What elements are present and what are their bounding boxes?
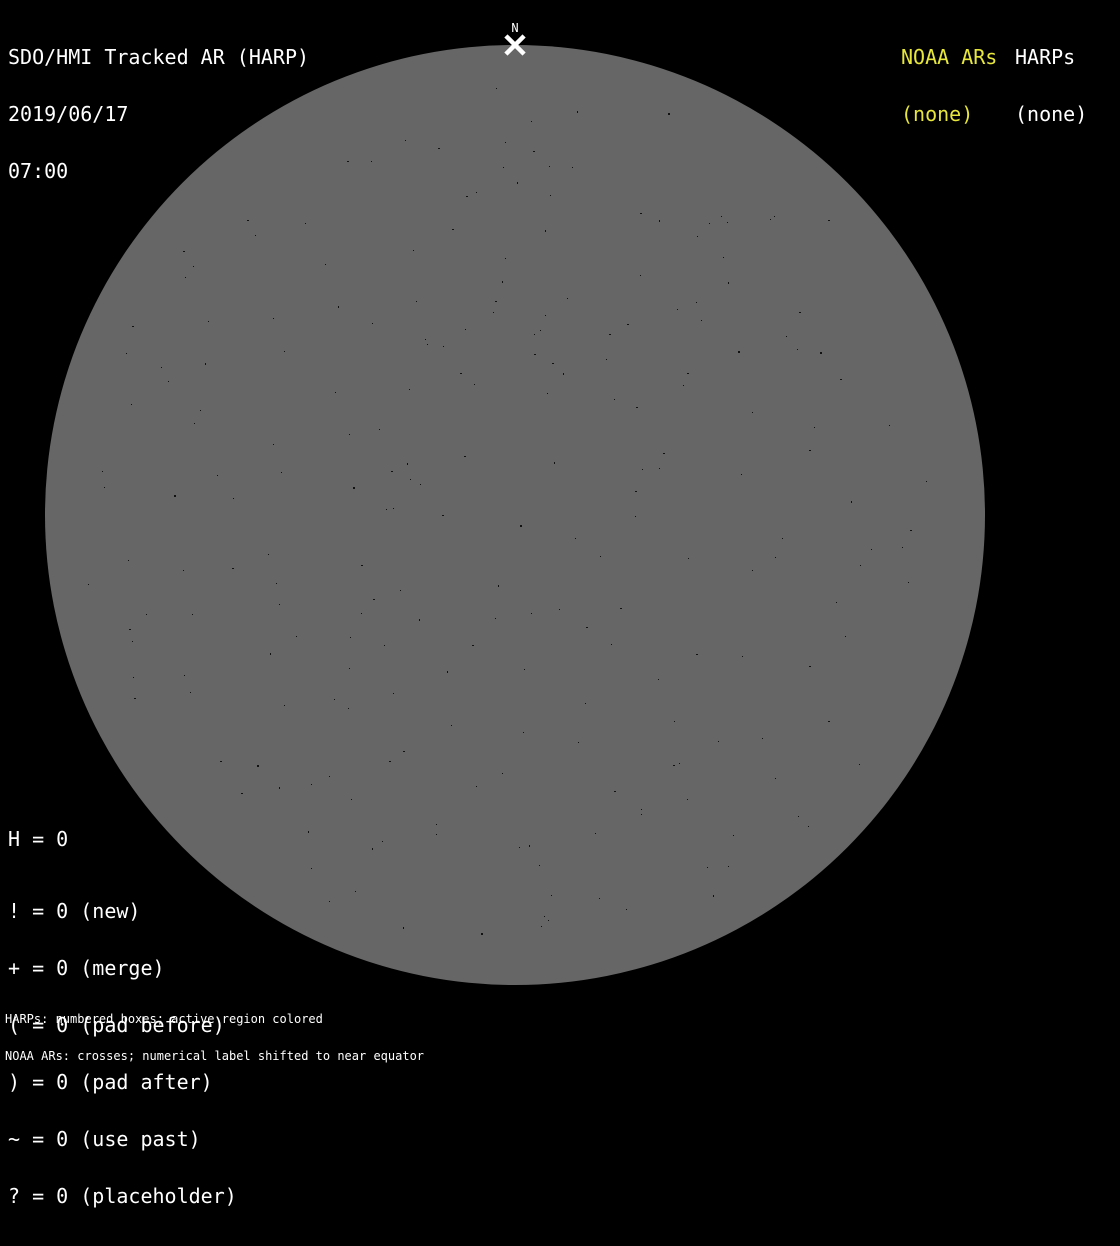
time-label: 07:00 <box>8 159 69 183</box>
legend-item-new: ! = 0 (new) <box>8 899 141 923</box>
footer-noaa-caption: NOAA ARs: crosses; numerical label shift… <box>5 1049 425 1063</box>
footer-harps-caption: HARPs: numbered boxes; active region col… <box>5 1012 323 1026</box>
legend-item-merge: + = 0 (merge) <box>8 956 165 980</box>
north-label: N <box>511 21 519 35</box>
noaa-ars-label: NOAA ARs <box>901 45 998 69</box>
harps-value: (none) <box>1015 102 1088 126</box>
north-cross-marker-icon <box>504 34 526 56</box>
harps-status: HARPs (none) <box>1015 10 1087 162</box>
footer-caption: HARPs: numbered boxes; active region col… <box>5 989 424 1087</box>
page-title: SDO/HMI Tracked AR (HARP) <box>8 45 310 69</box>
title-block: SDO/HMI Tracked AR (HARP) 2019/06/17 07:… <box>8 10 309 219</box>
noaa-ars-value: (none) <box>901 102 974 126</box>
date-label: 2019/06/17 <box>8 102 129 126</box>
harp-tracker-view: N SDO/HMI Tracked AR (HARP) 2019/06/17 0… <box>0 0 1120 1206</box>
legend-item-use-past: ~ = 0 (use past) <box>8 1127 201 1151</box>
legend-item-placeholder: ? = 0 (placeholder) <box>8 1184 237 1208</box>
harps-label: HARPs <box>1015 45 1076 69</box>
noaa-ars-status: NOAA ARs (none) <box>901 10 997 162</box>
harp-count-line: H = 0 <box>8 827 69 851</box>
